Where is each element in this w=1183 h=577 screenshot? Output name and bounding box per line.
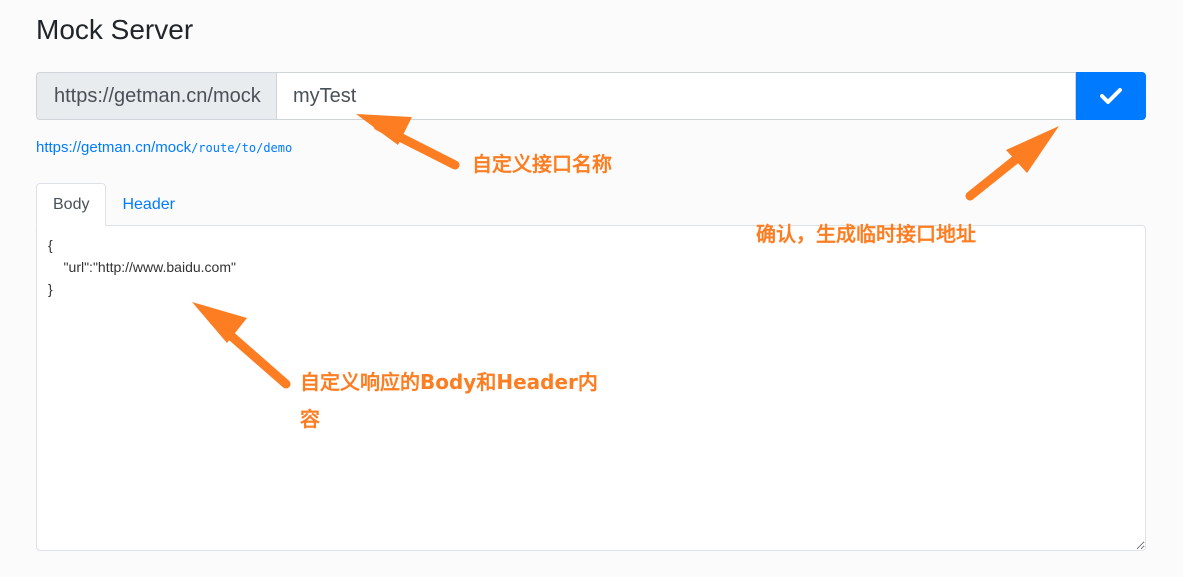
annotation-name: 自定义接口名称 xyxy=(472,152,612,176)
arrow-to-name-input xyxy=(356,114,460,170)
annotation-body-line2: 容 xyxy=(300,407,320,431)
annotation-body-line1: 自定义响应的Body和Header内 xyxy=(300,370,598,394)
annotation-arrows xyxy=(192,114,1059,389)
arrow-to-confirm-button xyxy=(965,126,1059,201)
annotation-confirm: 确认，生成临时接口地址 xyxy=(756,222,976,246)
tab-body[interactable]: Body xyxy=(36,183,107,226)
arrow-to-editor xyxy=(192,302,291,389)
